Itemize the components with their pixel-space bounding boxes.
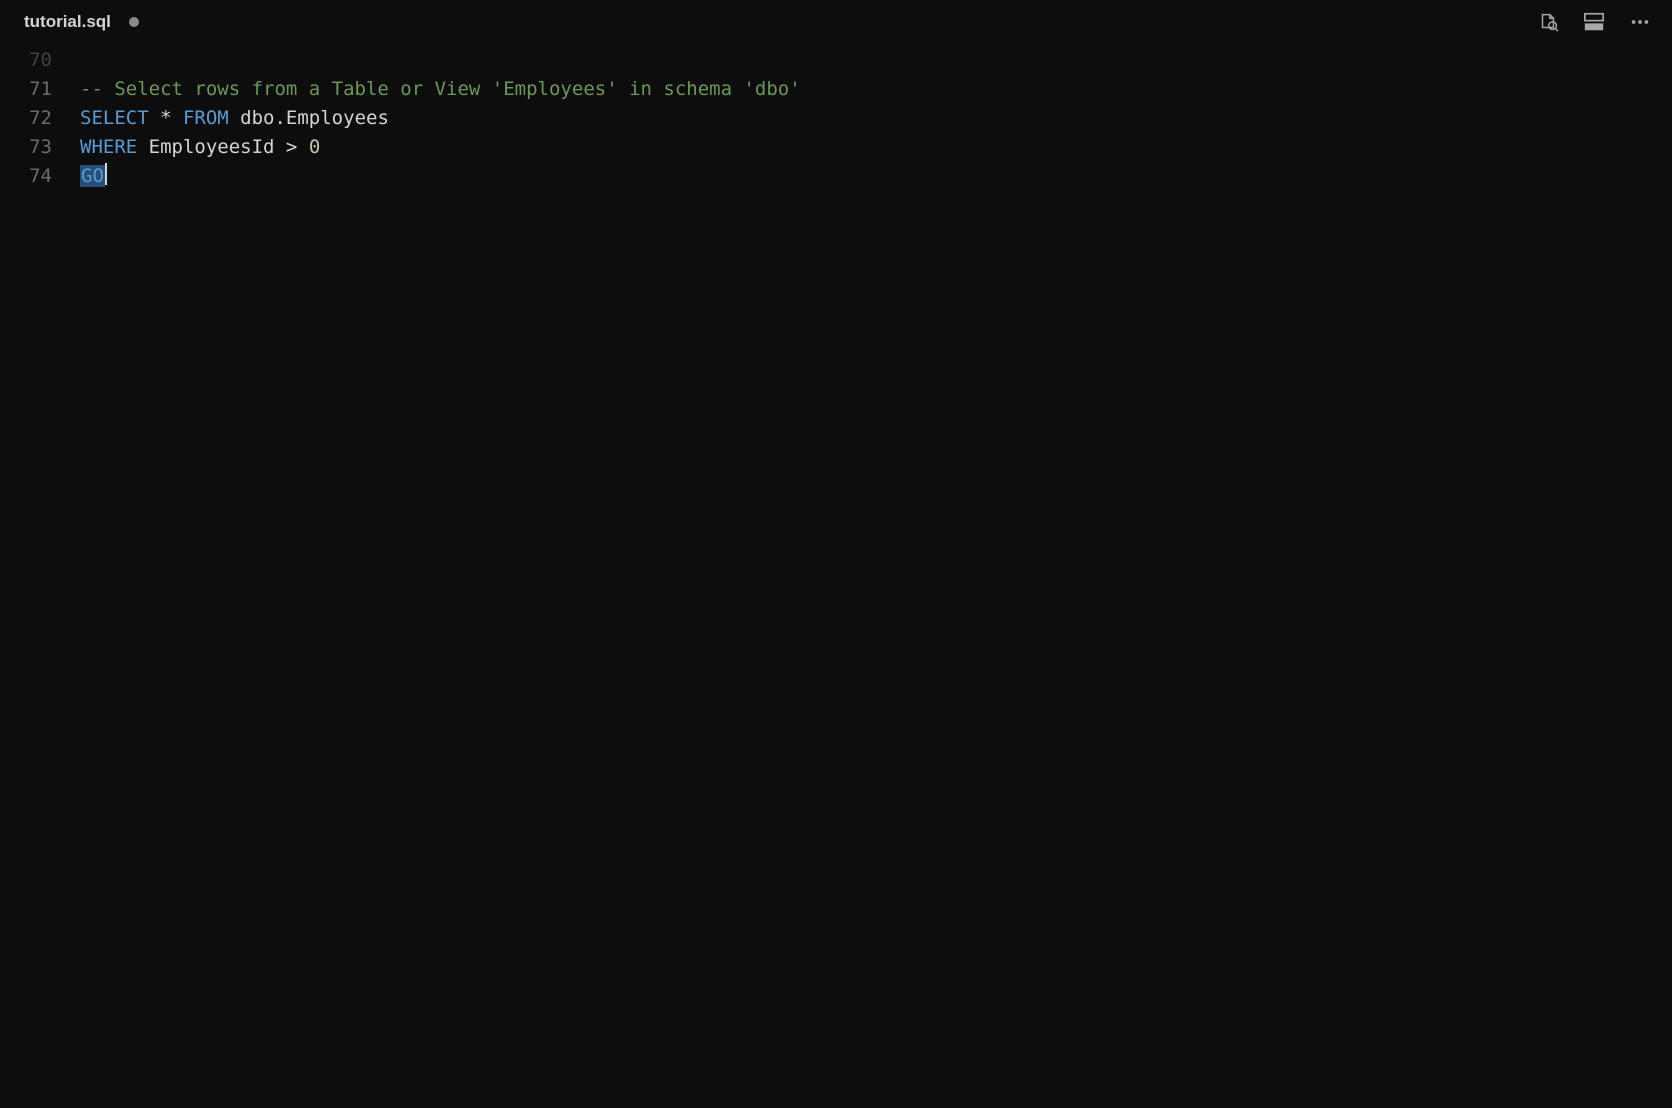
split-editor-icon[interactable] bbox=[1580, 8, 1608, 36]
code-line[interactable] bbox=[80, 46, 801, 75]
open-changes-icon[interactable] bbox=[1534, 8, 1562, 36]
code-token: -- Select rows from a Table or View 'Emp… bbox=[80, 78, 801, 100]
tab-tutorial-sql[interactable]: tutorial.sql bbox=[0, 0, 159, 44]
line-number: 72 bbox=[0, 104, 52, 133]
code-line[interactable]: -- Select rows from a Table or View 'Emp… bbox=[80, 75, 801, 104]
more-actions-icon[interactable] bbox=[1626, 8, 1654, 36]
code-content[interactable]: -- Select rows from a Table or View 'Emp… bbox=[80, 46, 801, 191]
line-number: 74 bbox=[0, 162, 52, 191]
code-line[interactable]: WHERE EmployeesId > 0 bbox=[80, 133, 801, 162]
line-number-gutter: 70 71 72 73 74 bbox=[0, 46, 80, 191]
code-token: > bbox=[286, 136, 297, 158]
code-token: EmployeesId bbox=[137, 136, 286, 158]
code-token: 0 bbox=[309, 136, 320, 158]
text-cursor-icon bbox=[105, 163, 107, 185]
code-token bbox=[297, 136, 308, 158]
line-number: 73 bbox=[0, 133, 52, 162]
code-editor[interactable]: 70 71 72 73 74 -- Select rows from a Tab… bbox=[0, 44, 1672, 191]
code-line[interactable]: SELECT * FROM dbo.Employees bbox=[80, 104, 801, 133]
code-token: WHERE bbox=[80, 136, 137, 158]
code-token: FROM bbox=[183, 107, 229, 129]
tab-bar: tutorial.sql bbox=[0, 0, 1672, 44]
code-token: SELECT bbox=[80, 107, 149, 129]
editor-actions bbox=[1534, 8, 1662, 36]
line-number: 70 bbox=[0, 46, 52, 75]
tab-label: tutorial.sql bbox=[24, 12, 111, 32]
tab-group: tutorial.sql bbox=[0, 0, 159, 44]
code-token: GO bbox=[80, 165, 105, 187]
line-number: 71 bbox=[0, 75, 52, 104]
code-token: dbo.Employees bbox=[229, 107, 389, 129]
code-token: * bbox=[149, 107, 183, 129]
tab-dirty-indicator-icon bbox=[129, 17, 139, 27]
code-line[interactable]: GO bbox=[80, 162, 801, 191]
